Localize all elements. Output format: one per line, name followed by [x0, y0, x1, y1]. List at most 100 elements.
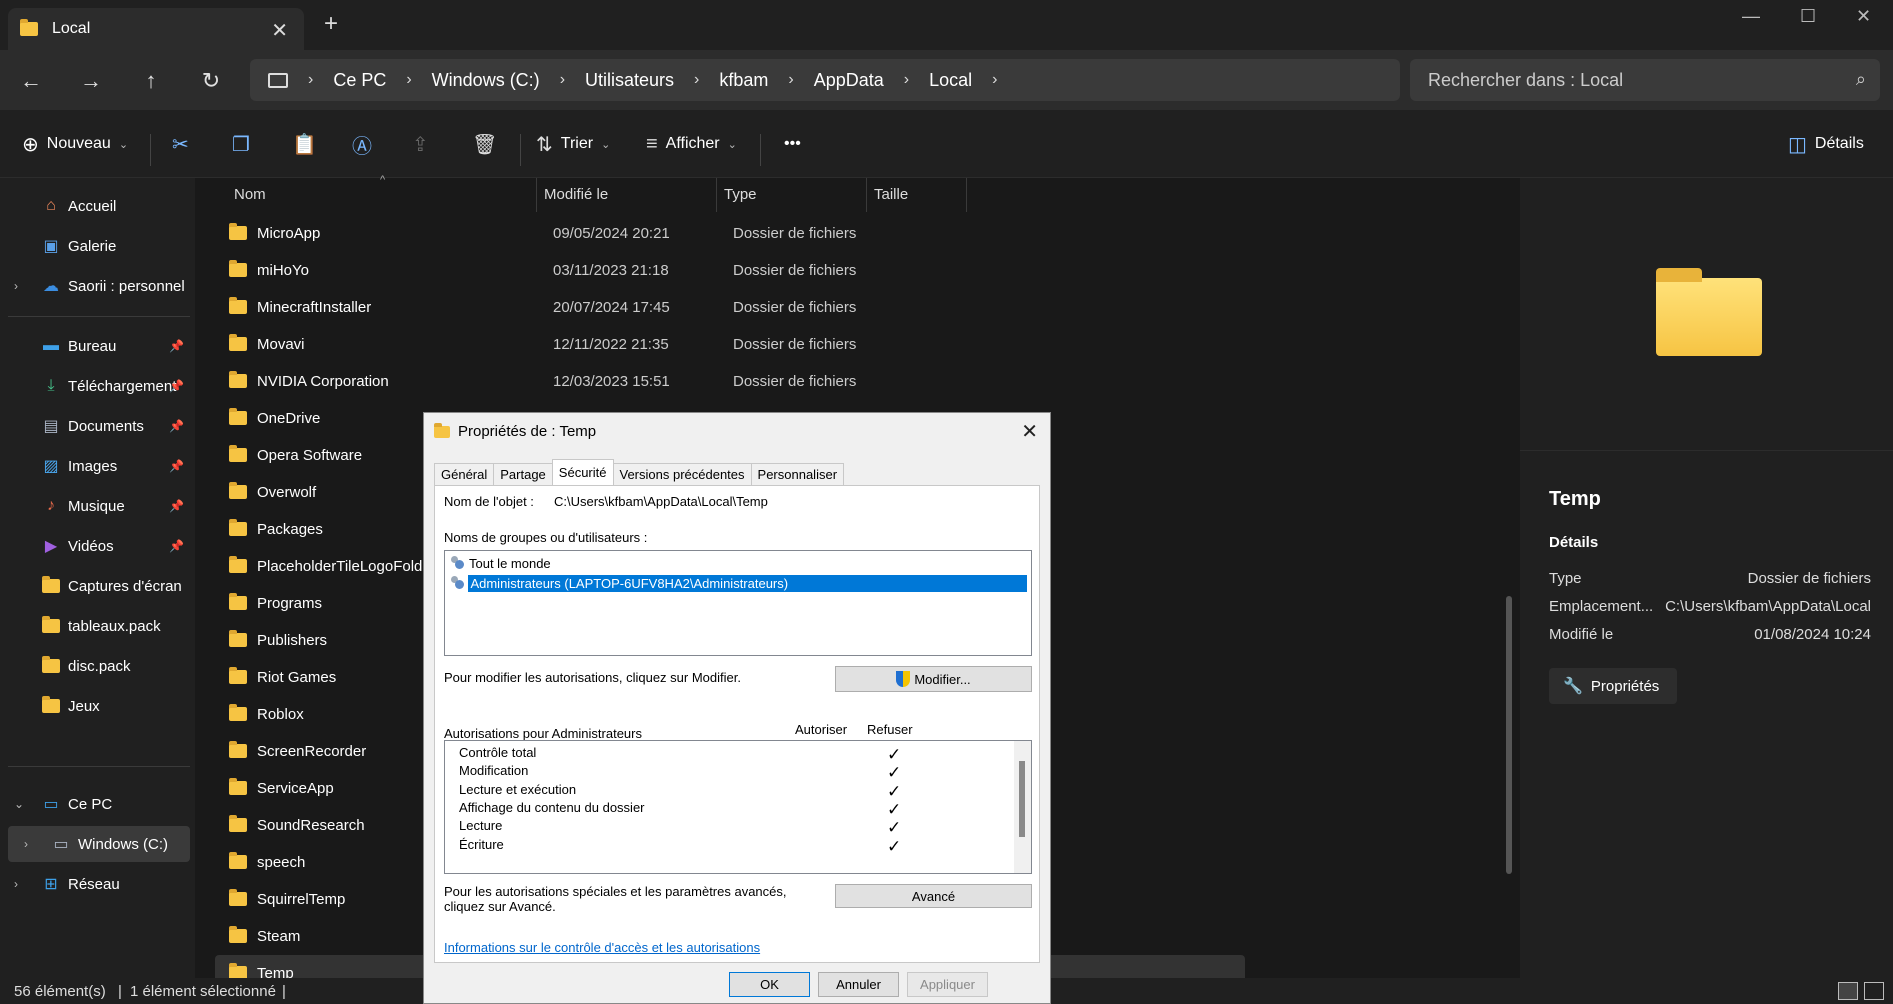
sidebar-item-videos[interactable]: ▶ Vidéos 📌: [8, 528, 190, 564]
advanced-button[interactable]: Avancé: [835, 884, 1032, 908]
maximize-icon[interactable]: ☐: [1800, 6, 1816, 27]
folder-icon: [229, 667, 247, 684]
table-row[interactable]: MicroApp 09/05/2024 20:21 Dossier de fichi…: [215, 215, 1245, 251]
refresh-icon[interactable]: ↻: [196, 66, 226, 96]
column-modified[interactable]: Modifié le: [544, 186, 608, 203]
breadcrumb-item[interactable]: Local: [929, 70, 972, 91]
file-name: Roblox: [229, 704, 304, 723]
properties-button[interactable]: 🔧 Propriétés: [1549, 668, 1677, 704]
dialog-tab[interactable]: Général: [434, 463, 495, 485]
sidebar-item-windows-c[interactable]: › ▭ Windows (C:): [8, 826, 190, 862]
back-arrow-icon[interactable]: ←: [16, 66, 46, 96]
dialog-tab[interactable]: Personnaliser: [750, 463, 845, 485]
forward-arrow-icon[interactable]: →: [76, 66, 106, 96]
up-arrow-icon[interactable]: ↑: [136, 66, 166, 96]
file-name: MicroApp: [229, 223, 320, 242]
breadcrumb-item[interactable]: AppData: [814, 70, 884, 91]
cut-button[interactable]: ✂: [172, 130, 197, 158]
sidebar-item-disc-pack[interactable]: disc.pack: [8, 648, 190, 684]
window-close-icon[interactable]: ✕: [1856, 6, 1871, 27]
group-item[interactable]: Tout le monde: [449, 553, 1027, 573]
tiles-view-icon[interactable]: [1864, 982, 1884, 1000]
delete-button[interactable]: 🗑: [472, 130, 505, 158]
share-button[interactable]: ⇪: [412, 130, 437, 158]
sidebar-item-home[interactable]: ⌂ Accueil: [8, 188, 190, 224]
breadcrumb-item[interactable]: Ce PC: [333, 70, 386, 91]
chevron-right-icon[interactable]: ›: [14, 877, 18, 891]
shield-icon: [896, 671, 911, 687]
column-name[interactable]: Nom: [234, 186, 266, 203]
sidebar-item-documents[interactable]: ▤ Documents 📌: [8, 408, 190, 444]
file-name: speech: [229, 852, 305, 871]
more-button[interactable]: •••: [784, 130, 801, 158]
file-name: Riot Games: [229, 667, 336, 686]
dialog-tab[interactable]: Versions précédentes: [612, 463, 752, 485]
ok-button[interactable]: OK: [729, 972, 810, 997]
table-row[interactable]: MinecraftInstaller 20/07/2024 17:45 Dossie…: [215, 289, 1245, 325]
column-type[interactable]: Type: [724, 186, 757, 203]
minimize-icon[interactable]: —: [1742, 6, 1760, 27]
pin-icon[interactable]: 📌: [169, 419, 184, 433]
sidebar-item-downloads[interactable]: ⤓ Téléchargement 📌: [8, 368, 190, 404]
file-name: Opera Software: [229, 445, 362, 464]
access-control-link[interactable]: Informations sur le contrôle d'accès et …: [444, 940, 760, 955]
dialog-close-icon[interactable]: ✕: [1021, 419, 1038, 444]
sidebar-item-this-pc[interactable]: ⌄ ▭ Ce PC: [8, 786, 190, 822]
rename-button[interactable]: Ⓐ: [352, 130, 380, 158]
pin-icon[interactable]: 📌: [169, 379, 184, 393]
paste-button[interactable]: 📋: [292, 130, 325, 158]
breadcrumb[interactable]: › Ce PC › Windows (C:) › Utilisateurs › …: [250, 59, 1400, 101]
folder-preview-icon: [1656, 268, 1762, 356]
scrollbar-thumb[interactable]: [1506, 596, 1512, 874]
pin-icon[interactable]: 📌: [169, 459, 184, 473]
pin-icon[interactable]: 📌: [169, 539, 184, 553]
column-size[interactable]: Taille: [874, 186, 908, 203]
apply-button[interactable]: Appliquer: [907, 972, 988, 997]
home-icon: ⌂: [46, 197, 56, 214]
breadcrumb-item[interactable]: kfbam: [719, 70, 768, 91]
object-name-value: C:\Users\kfbam\AppData\Local\Temp: [554, 494, 768, 509]
copy-button[interactable]: ❐: [232, 130, 258, 158]
breadcrumb-item[interactable]: Windows (C:): [432, 70, 540, 91]
sidebar-item-music[interactable]: ♪ Musique 📌: [8, 488, 190, 524]
share-icon: ⇪: [412, 133, 429, 156]
search-input[interactable]: Rechercher dans : Local ⌕: [1410, 59, 1880, 101]
details-view-icon[interactable]: [1838, 982, 1858, 1000]
chevron-right-icon[interactable]: ›: [24, 837, 28, 851]
sidebar-item-desktop[interactable]: ▬ Bureau 📌: [8, 328, 190, 364]
close-tab-icon[interactable]: ✕: [271, 18, 288, 43]
sidebar-item-screenshots[interactable]: Captures d'écran: [8, 568, 190, 604]
permissions-scrollbar[interactable]: [1014, 741, 1031, 873]
sidebar-item-network[interactable]: › ⊞ Réseau: [8, 866, 190, 902]
wrench-icon: 🔧: [1563, 678, 1583, 695]
group-item-selected[interactable]: Administrateurs (LAPTOP-6UFV8HA2\Adminis…: [449, 573, 1027, 593]
dialog-tab[interactable]: Partage: [493, 463, 553, 485]
table-row[interactable]: miHoYo 03/11/2023 21:18 Dossier de fichier…: [215, 252, 1245, 288]
new-button[interactable]: ⊕ Nouveau ⌄: [22, 130, 128, 158]
sidebar-item-onedrive[interactable]: › ☁ Saorii : personnel: [8, 268, 190, 304]
folder-icon: [229, 408, 247, 425]
view-button[interactable]: ≡ Afficher ⌄: [646, 130, 737, 158]
scrollbar-thumb[interactable]: [1019, 761, 1025, 837]
sidebar-item-tableaux-pack[interactable]: tableaux.pack: [8, 608, 190, 644]
sidebar-item-label: Téléchargement: [68, 377, 177, 395]
chevron-down-icon[interactable]: ⌄: [14, 797, 24, 811]
sort-button[interactable]: ⇅ Trier ⌄: [536, 130, 610, 158]
sidebar-item-gallery[interactable]: ▣ Galerie: [8, 228, 190, 264]
item-count: 56 élément(s): [14, 983, 106, 1000]
sidebar-item-images[interactable]: ▨ Images 📌: [8, 448, 190, 484]
new-tab-icon[interactable]: +: [324, 12, 338, 36]
modify-button[interactable]: Modifier...: [835, 666, 1032, 692]
cancel-button[interactable]: Annuler: [818, 972, 899, 997]
chevron-right-icon[interactable]: ›: [14, 279, 18, 293]
details-button[interactable]: ◫ Détails: [1788, 130, 1864, 158]
pin-icon[interactable]: 📌: [169, 339, 184, 353]
folder-icon: [20, 19, 38, 36]
tab-local[interactable]: Local ✕: [8, 8, 304, 50]
dialog-tab[interactable]: Sécurité: [551, 459, 614, 485]
sidebar-item-jeux[interactable]: Jeux: [8, 688, 190, 724]
pin-icon[interactable]: 📌: [169, 499, 184, 513]
breadcrumb-item[interactable]: Utilisateurs: [585, 70, 674, 91]
table-row[interactable]: NVIDIA Corporation 12/03/2023 15:51 Dossie…: [215, 363, 1245, 399]
table-row[interactable]: Movavi 12/11/2022 21:35 Dossier de fichier…: [215, 326, 1245, 362]
